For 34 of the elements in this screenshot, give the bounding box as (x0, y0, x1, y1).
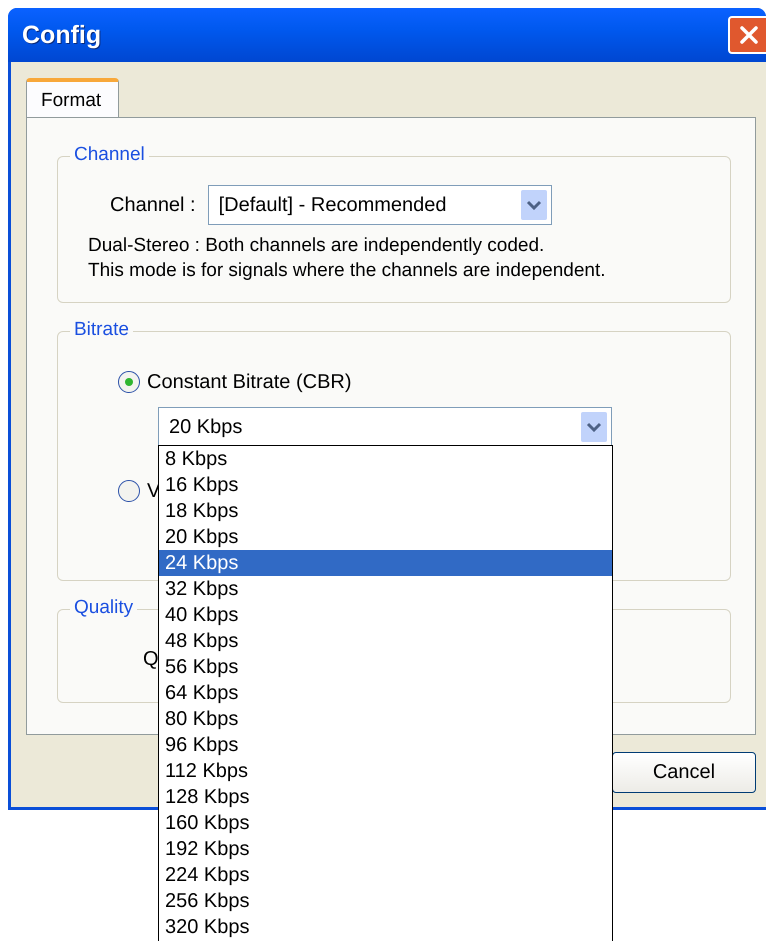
cancel-button[interactable]: Cancel (612, 752, 756, 793)
tab[interactable]: Format (26, 78, 119, 117)
radio-label: Constant Bitrate (CBR) (147, 370, 352, 394)
list-option[interactable]: 20 Kbps (159, 524, 612, 550)
description-text: Dual-Stereo : Both channels are independently coded. (88, 234, 546, 258)
description-text: This mode is for signals where the channels are independent. (88, 259, 607, 283)
list-option[interactable]: 320 Kbps (159, 914, 612, 940)
list-option[interactable]: 80 Kbps (159, 706, 612, 732)
list-option[interactable]: 18 Kbps (159, 498, 612, 524)
list-option[interactable]: 48 Kbps (159, 628, 612, 654)
group-legend: Quality (70, 597, 138, 619)
list-option[interactable]: 96 Kbps (159, 732, 612, 758)
list-option[interactable]: 32 Kbps (159, 576, 612, 602)
radio-button[interactable] (118, 480, 140, 502)
channel-dropdown[interactable]: [Default] - Recommended (208, 185, 552, 225)
close-button[interactable] (728, 16, 766, 54)
list-option[interactable]: 40 Kbps (159, 602, 612, 628)
radio-button[interactable] (118, 371, 140, 393)
channel-label: Channel : (110, 194, 196, 216)
close-icon (738, 24, 760, 46)
window-title: Config (22, 20, 102, 50)
list-option[interactable]: 224 Kbps (159, 862, 612, 888)
list-option[interactable]: 24 Kbps (159, 550, 612, 576)
list-option[interactable]: 64 Kbps (159, 680, 612, 706)
list-option[interactable]: 256 Kbps (159, 888, 612, 914)
list-option[interactable]: 56 Kbps (159, 654, 612, 680)
quality-label: Q (143, 648, 159, 670)
list-option[interactable]: 128 Kbps (159, 784, 612, 810)
list-option[interactable]: 8 Kbps (159, 446, 612, 472)
list-option[interactable]: 160 Kbps (159, 810, 612, 836)
bitrate-dropdown[interactable]: 20 Kbps (158, 407, 612, 447)
list-option[interactable]: 192 Kbps (159, 836, 612, 862)
list-option[interactable]: 112 Kbps (159, 758, 612, 784)
list-option[interactable]: 16 Kbps (159, 472, 612, 498)
